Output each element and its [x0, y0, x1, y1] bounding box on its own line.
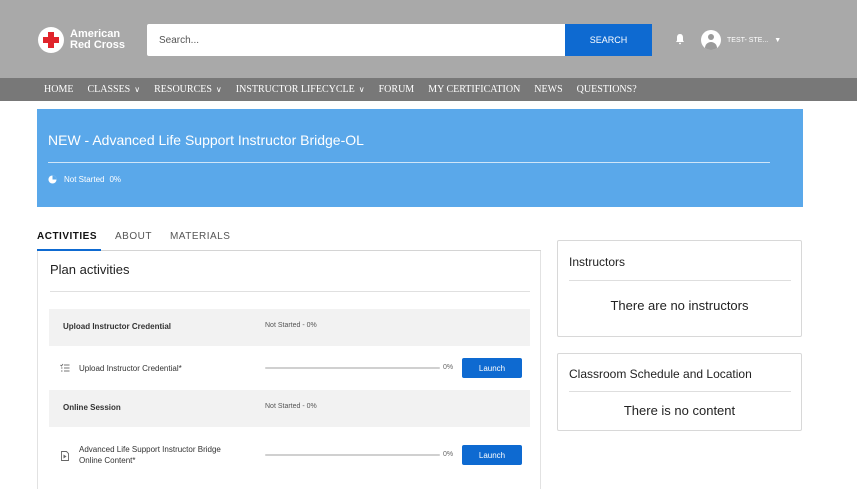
activity-item-upload: Upload Instructor Credential* 0% Launch [49, 351, 530, 385]
nav-item-news[interactable]: NEWS [534, 84, 562, 95]
bell-icon[interactable] [674, 33, 686, 45]
tab-materials[interactable]: MATERIALS [170, 231, 230, 242]
search-button[interactable]: SEARCH [565, 24, 652, 56]
main-nav: HOME CLASSES ∨ RESOURCES ∨ INSTRUCTOR LIFE… [0, 78, 857, 101]
red-cross-logo-icon [38, 27, 64, 53]
nav-item-label: INSTRUCTOR LIFECYCLE [235, 84, 355, 95]
course-title: NEW - Advanced Life Support Instructor B… [48, 132, 364, 148]
instructors-title: Instructors [569, 255, 626, 269]
nav-item-home[interactable]: HOME [44, 84, 73, 95]
activity-item-name[interactable]: Advanced Life Support Instructor Bridge … [79, 444, 221, 466]
course-status-text: Not Started [64, 175, 105, 184]
nav-item-label: QUESTIONS? [576, 84, 637, 95]
activity-progress-percent: 0% [443, 451, 454, 458]
activities-panel: Plan activities Upload Instructor Creden… [37, 251, 541, 489]
course-status-percent: 0% [109, 175, 122, 184]
user-name: TEST- STE... [727, 36, 769, 44]
logo-line-2: Red Cross [70, 39, 126, 51]
chevron-down-icon: ▼ [774, 36, 782, 44]
launch-button[interactable]: Launch [462, 445, 522, 465]
chevron-down-icon: ∨ [358, 85, 365, 94]
course-status: Not Started 0% [48, 175, 121, 184]
activity-section-upload: Upload Instructor Credential Not Started… [49, 309, 530, 346]
launch-button[interactable]: Launch [462, 358, 522, 378]
logo-text: American Red Cross [70, 29, 125, 51]
section-name: Online Session [63, 403, 121, 412]
schedule-title: Classroom Schedule and Location [569, 367, 752, 381]
instructors-empty-message: There are no instructors [610, 298, 749, 313]
tab-about[interactable]: ABOUT [115, 231, 152, 242]
instructors-panel: Instructors There are no instructors [557, 240, 802, 337]
nav-item-questions[interactable]: QUESTIONS? [577, 84, 637, 95]
activity-progress-percent: 0% [443, 364, 454, 371]
course-tabs: ACTIVITIES ABOUT MATERIALS [37, 231, 248, 242]
chevron-down-icon: ∨ [215, 85, 222, 94]
nav-item-classes[interactable]: CLASSES ∨ [87, 84, 140, 95]
section-name: Upload Instructor Credential [63, 322, 172, 331]
search-input[interactable] [147, 24, 565, 56]
activity-progress-bar [265, 367, 440, 369]
user-menu[interactable]: TEST- STE... ▼ [701, 30, 781, 50]
nav-item-label: MY CERTIFICATION [428, 84, 521, 95]
nav-item-resources[interactable]: RESOURCES ∨ [154, 84, 222, 95]
nav-item-label: CLASSES [87, 84, 131, 95]
activity-item-name[interactable]: Upload Instructor Credential* [79, 363, 182, 374]
chevron-down-icon: ∨ [134, 85, 141, 94]
document-icon [61, 451, 69, 461]
instructors-divider [569, 280, 791, 281]
pie-chart-icon [48, 175, 57, 184]
search-box [147, 24, 565, 56]
activity-section-online-session: Online Session Not Started - 0% [49, 390, 530, 427]
checklist-icon [60, 363, 70, 372]
top-header: American Red Cross SEARCH TEST- STE... ▼ [0, 0, 857, 78]
banner-divider [48, 162, 770, 163]
section-status: Not Started - 0% [265, 403, 317, 410]
activities-title: Plan activities [50, 262, 130, 277]
nav-item-label: HOME [44, 84, 74, 95]
activity-progress-bar [265, 454, 440, 456]
activity-item-name-line-1: Advanced Life Support Instructor Bridge [79, 445, 221, 454]
tab-activities[interactable]: ACTIVITIES [37, 231, 97, 242]
schedule-empty-message: There is no content [623, 403, 736, 418]
activity-item-name-line-2: Online Content* [79, 456, 136, 465]
course-banner: NEW - Advanced Life Support Instructor B… [37, 109, 803, 207]
section-status: Not Started - 0% [265, 322, 317, 329]
user-avatar-icon [701, 30, 721, 50]
schedule-divider [569, 391, 791, 392]
activities-divider [50, 291, 530, 292]
nav-item-label: FORUM [378, 84, 415, 95]
nav-item-my-certification[interactable]: MY CERTIFICATION [428, 84, 520, 95]
activity-item-online-content: Advanced Life Support Instructor Bridge … [49, 437, 530, 477]
nav-item-label: RESOURCES [154, 84, 212, 95]
nav-item-forum[interactable]: FORUM [379, 84, 415, 95]
nav-item-label: NEWS [534, 84, 563, 95]
logo[interactable]: American Red Cross [38, 27, 125, 53]
schedule-panel: Classroom Schedule and Location There is… [557, 353, 802, 431]
nav-item-instructor-lifecycle[interactable]: INSTRUCTOR LIFECYCLE ∨ [236, 84, 365, 95]
